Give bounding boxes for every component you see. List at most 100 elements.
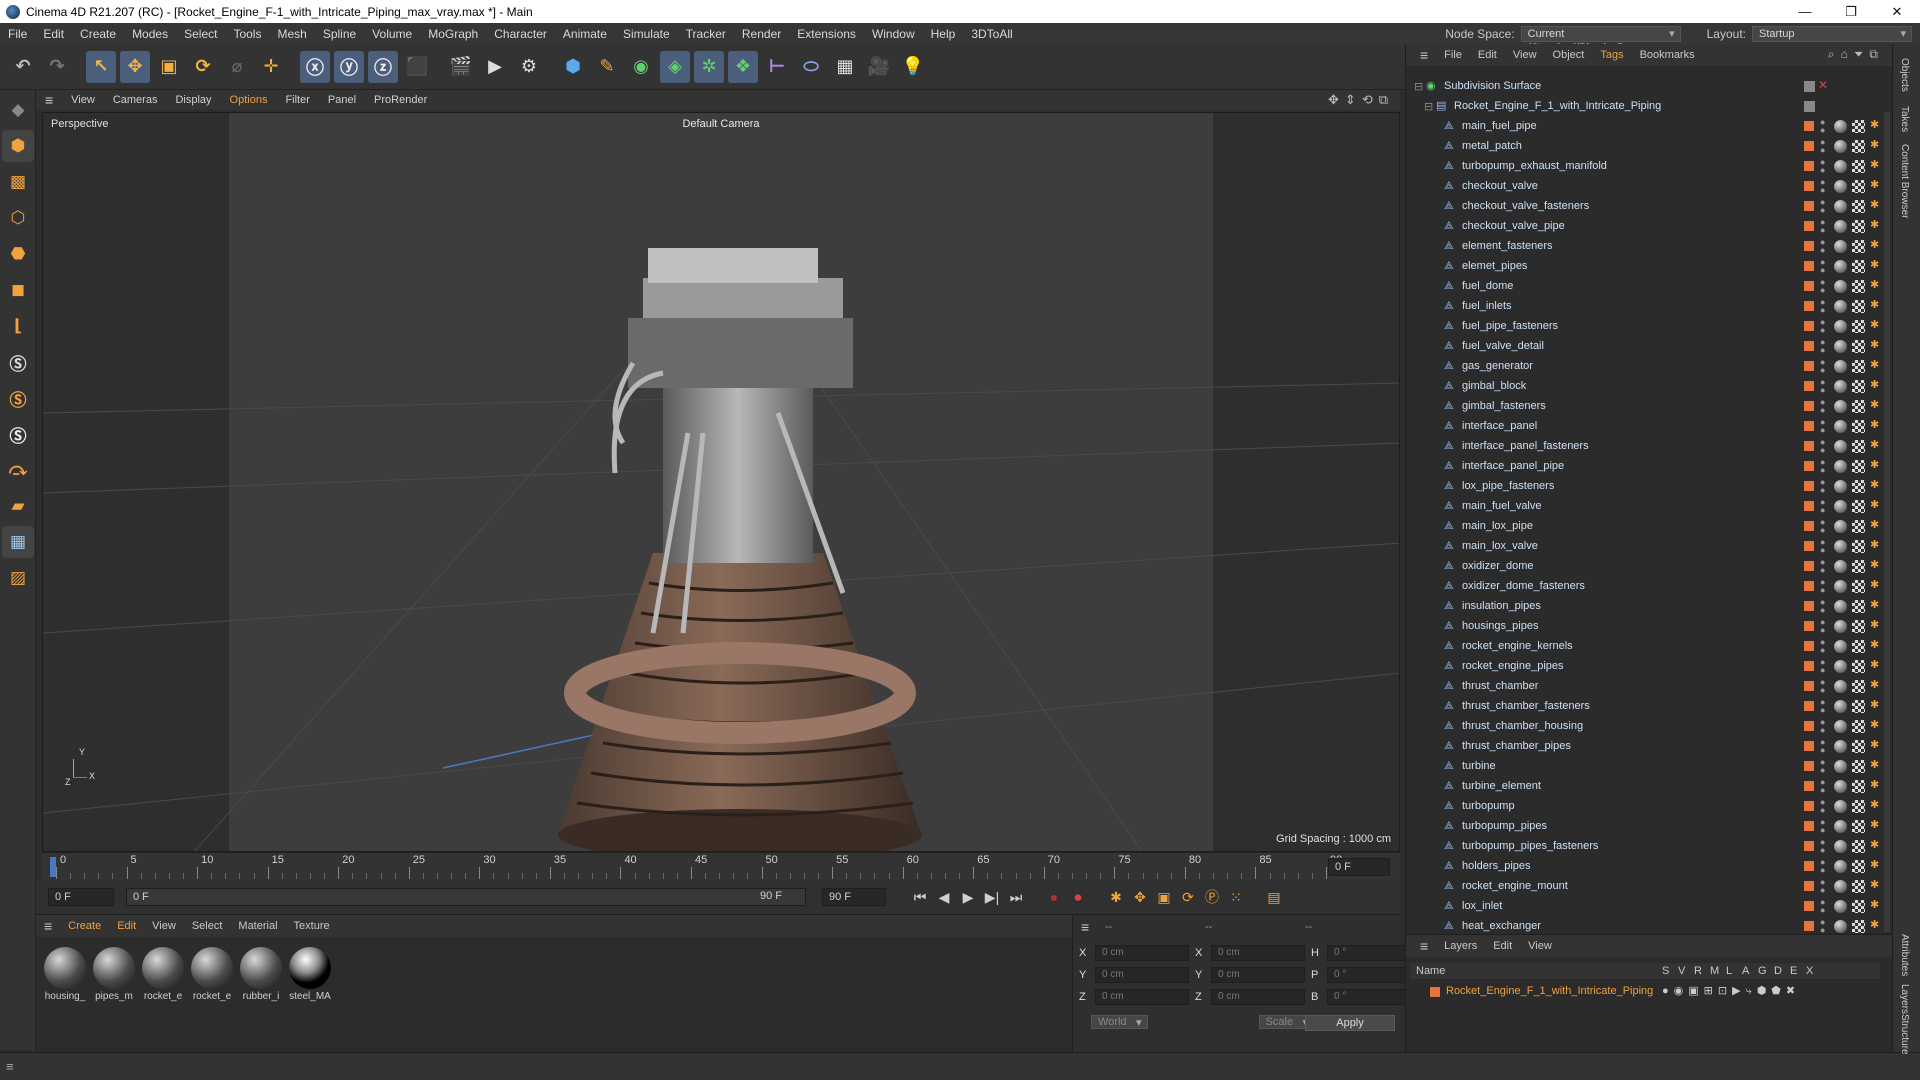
visibility-dots-icon[interactable]: ● ● (1820, 638, 1825, 655)
floor-icon[interactable]: ▦ (830, 51, 860, 83)
object-menu-bookmarks[interactable]: Bookmarks (1632, 49, 1703, 61)
texture-mode-icon[interactable]: ▩ (2, 166, 34, 198)
phong-tag-icon[interactable]: ✱ (1870, 438, 1879, 451)
menu-create[interactable]: Create (72, 27, 124, 41)
material-swatch[interactable]: rocket_e (140, 947, 186, 1009)
make-editable-icon[interactable]: ◆ (2, 94, 34, 126)
snap-mode-icon[interactable]: Ⓢ (2, 418, 34, 450)
material-tag-icon[interactable] (1834, 440, 1847, 453)
menu-select[interactable]: Select (176, 27, 225, 41)
phong-tag-icon[interactable]: ✱ (1870, 778, 1879, 791)
material-tag-icon[interactable] (1834, 680, 1847, 693)
object-row[interactable]: ⟁ turbopump_pipes ● ● ✱ (1406, 816, 1893, 836)
phong-tag-icon[interactable]: ✱ (1870, 218, 1879, 231)
layer-hamburger-icon[interactable]: ≡ (1412, 938, 1436, 954)
visibility-dots-icon[interactable]: ● ● (1820, 898, 1825, 915)
phong-tag-icon[interactable]: ✱ (1870, 538, 1879, 551)
material-tag-icon[interactable] (1834, 140, 1847, 153)
layer-color-tag[interactable] (1804, 521, 1814, 531)
viewport-menu-view[interactable]: View (62, 94, 104, 106)
texture-tag-icon[interactable] (1852, 600, 1865, 613)
phong-tag-icon[interactable]: ✱ (1870, 478, 1879, 491)
viewport-nav-icons[interactable]: ✥⇕⟲⧉ (1328, 92, 1394, 108)
layer-color-tag[interactable] (1804, 601, 1814, 611)
texture-tag-icon[interactable] (1852, 880, 1865, 893)
layer-color-tag[interactable] (1804, 701, 1814, 711)
layer-color-tag[interactable] (1804, 681, 1814, 691)
phong-tag-icon[interactable]: ✱ (1870, 898, 1879, 911)
phong-tag-icon[interactable]: ✱ (1870, 838, 1879, 851)
material-tag-icon[interactable] (1834, 160, 1847, 173)
material-tag-icon[interactable] (1834, 260, 1847, 273)
phong-tag-icon[interactable]: ✱ (1870, 818, 1879, 831)
texture-tag-icon[interactable] (1852, 920, 1865, 933)
visibility-dots-icon[interactable]: ● ● (1820, 698, 1825, 715)
texture-tag-icon[interactable] (1852, 120, 1865, 133)
phong-tag-icon[interactable]: ✱ (1870, 498, 1879, 511)
visibility-dots-icon[interactable]: ● ● (1820, 578, 1825, 595)
phong-tag-icon[interactable]: ✱ (1870, 398, 1879, 411)
menu-3dtoall[interactable]: 3DToAll (963, 27, 1020, 41)
collapse-icon[interactable]: ⊟ (1414, 80, 1426, 93)
x-axis-lock-icon[interactable]: ⓧ (300, 50, 330, 83)
phong-tag-icon[interactable]: ✱ (1870, 258, 1879, 271)
object-row[interactable]: ⟁ interface_panel_fasteners ● ● ✱ (1406, 436, 1893, 456)
visibility-dots-icon[interactable]: ● ● (1820, 658, 1825, 675)
phong-tag-icon[interactable]: ✱ (1870, 798, 1879, 811)
keyframe-selection-icon[interactable]: ✱ (1104, 885, 1128, 909)
material-tag-icon[interactable] (1834, 500, 1847, 513)
render-region-icon[interactable]: 🎬 (446, 51, 476, 83)
live-selection-icon[interactable]: ↖ (86, 50, 116, 83)
axis-mode-icon[interactable]: ⌊ (2, 310, 34, 342)
go-to-end-icon[interactable]: ⏭ (1004, 885, 1028, 909)
layer-toggle-icons[interactable]: ●◉▣⊞⊡▶⤷⬢⬟✖ (1662, 984, 1800, 998)
size-x-field[interactable]: 0 cm (1211, 945, 1305, 961)
visibility-dots-icon[interactable]: ● ● (1820, 358, 1825, 375)
layer-color-tag[interactable] (1804, 881, 1814, 891)
texture-tag-icon[interactable] (1852, 440, 1865, 453)
texture-tag-icon[interactable] (1852, 660, 1865, 673)
texture-tag-icon[interactable] (1852, 760, 1865, 773)
object-row[interactable]: ⟁ housings_pipes ● ● ✱ (1406, 616, 1893, 636)
object-row[interactable]: ⟁ checkout_valve ● ● ✱ (1406, 176, 1893, 196)
menu-tools[interactable]: Tools (225, 27, 269, 41)
layer-color-tag[interactable] (1804, 861, 1814, 871)
key-parameter-icon[interactable]: Ⓟ (1200, 885, 1224, 909)
key-rotation-icon[interactable]: ⟳ (1176, 885, 1200, 909)
material-menu-material[interactable]: Material (230, 920, 285, 932)
phong-tag-icon[interactable]: ✱ (1870, 718, 1879, 731)
layer-column-d[interactable]: D (1774, 965, 1782, 977)
layer-column-g[interactable]: G (1758, 965, 1767, 977)
material-tag-icon[interactable] (1834, 840, 1847, 853)
viewport-hamburger-icon[interactable]: ≡ (36, 92, 62, 108)
texture-tag-icon[interactable] (1852, 160, 1865, 173)
texture-tag-icon[interactable] (1852, 140, 1865, 153)
phong-tag-icon[interactable]: ✱ (1870, 518, 1879, 531)
object-row-group[interactable]: ⊟ ▤ Rocket_Engine_F_1_with_Intricate_Pip… (1406, 96, 1893, 116)
material-tag-icon[interactable] (1834, 600, 1847, 613)
node-space-dropdown[interactable]: Current (Standard/Physical) (1520, 25, 1681, 54)
object-row[interactable]: ⟁ turbopump_pipes_fasteners ● ● ✱ (1406, 836, 1893, 856)
material-swatch[interactable]: pipes_m (91, 947, 137, 1009)
material-tag-icon[interactable] (1834, 760, 1847, 773)
light-icon[interactable]: 💡 (898, 51, 928, 83)
material-tag-icon[interactable] (1834, 660, 1847, 673)
timeline-ruler[interactable]: 051015202530354045505560657075808590 0 F (42, 852, 1400, 880)
layer-color-tag[interactable] (1804, 201, 1814, 211)
viewport-menu-filter[interactable]: Filter (276, 94, 318, 106)
material-tag-icon[interactable] (1834, 220, 1847, 233)
menu-simulate[interactable]: Simulate (615, 27, 678, 41)
material-tag-icon[interactable] (1834, 560, 1847, 573)
timeline-layout-icon[interactable]: ▤ (1262, 885, 1286, 909)
texture-tag-icon[interactable] (1852, 460, 1865, 473)
texture-tag-icon[interactable] (1852, 720, 1865, 733)
visibility-dots-icon[interactable]: ● ● (1820, 398, 1825, 415)
visibility-dots-icon[interactable]: ● ● (1820, 818, 1825, 835)
texture-tag-icon[interactable] (1852, 560, 1865, 573)
object-row[interactable]: ⟁ checkout_valve_pipe ● ● ✱ (1406, 216, 1893, 236)
object-row[interactable]: ⟁ metal_patch ● ● ✱ (1406, 136, 1893, 156)
layer-color-tag[interactable] (1804, 301, 1814, 311)
material-menu-texture[interactable]: Texture (286, 920, 338, 932)
layer-column-s[interactable]: S (1662, 965, 1669, 977)
material-tag-icon[interactable] (1834, 860, 1847, 873)
